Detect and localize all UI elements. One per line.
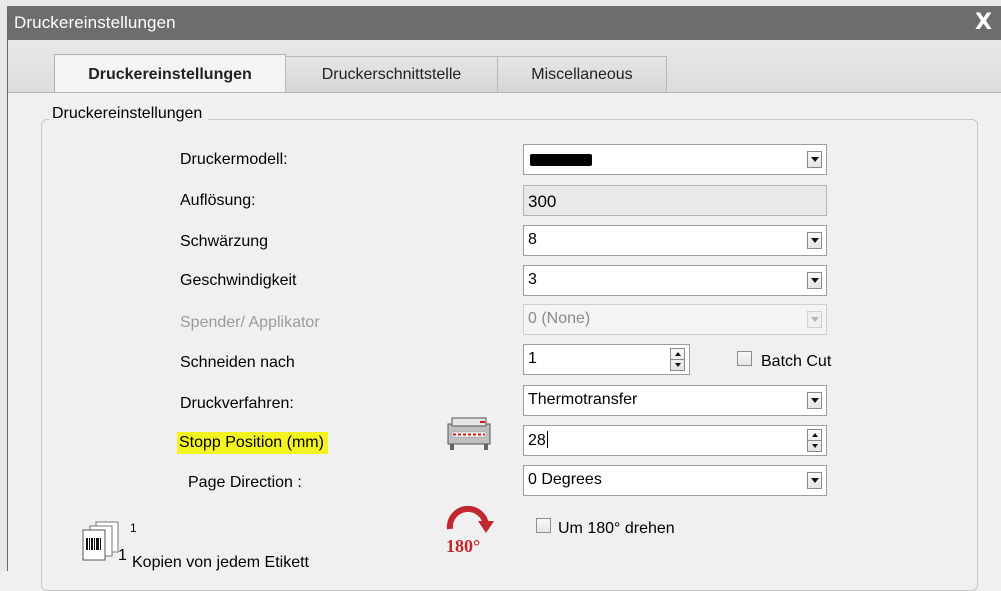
cut-after-value: 1 <box>528 350 537 367</box>
tab-strip: Druckereinstellungen Druckerschnittstell… <box>8 40 1001 93</box>
resolution-field: 300 <box>523 185 827 216</box>
chevron-down-icon[interactable] <box>807 151 822 168</box>
tab-panel: Druckereinstellungen Druckermodell: Aufl… <box>8 92 1001 591</box>
darkness-select[interactable]: 8 <box>523 225 827 256</box>
rotate-180-icon-text: 180° <box>446 536 480 555</box>
darkness-value: 8 <box>528 231 537 248</box>
tab-miscellaneous[interactable]: Miscellaneous <box>497 56 667 92</box>
stop-position-label: Stopp Position (mm) <box>177 432 328 454</box>
spin-up-icon[interactable] <box>808 430 821 441</box>
dispenser-select: 0 (None) <box>523 304 827 335</box>
groupbox-title: Druckereinstellungen <box>49 105 209 123</box>
chevron-down-icon[interactable] <box>807 272 822 289</box>
printer-settings-dialog: Druckereinstellungen X Druckereinstellun… <box>7 6 1001 591</box>
rotate-180-label: Um 180° drehen <box>558 520 675 537</box>
speed-select[interactable]: 3 <box>523 265 827 296</box>
page-direction-select[interactable]: 0 Degrees <box>523 465 827 496</box>
cut-after-label: Schneiden nach <box>180 354 295 371</box>
batch-cut-label: Batch Cut <box>761 353 832 370</box>
title-bar: Druckereinstellungen X <box>8 6 1001 40</box>
rotate-180-icon: 180° <box>440 503 502 556</box>
dispenser-value: 0 (None) <box>528 310 591 327</box>
page-direction-label: Page Direction : <box>188 474 302 491</box>
spin-up-icon[interactable] <box>671 349 684 360</box>
cut-after-spinner[interactable] <box>670 348 685 371</box>
darkness-label: Schwärzung <box>180 233 269 250</box>
close-icon[interactable]: X <box>975 10 992 35</box>
copies-badge: 1 <box>130 521 137 535</box>
tab-druckerschnittstelle[interactable]: Druckerschnittstelle <box>285 56 498 92</box>
print-method-select[interactable]: Thermotransfer <box>523 385 827 416</box>
chevron-down-icon[interactable] <box>807 472 822 489</box>
spin-down-icon[interactable] <box>808 441 821 451</box>
stop-position-value: 28 <box>528 431 548 449</box>
printer-stop-icon <box>442 410 498 454</box>
resolution-label: Auflösung: <box>180 192 256 209</box>
copies-label: Kopien von jedem Etikett <box>132 554 309 571</box>
batch-cut-checkbox[interactable] <box>737 351 752 366</box>
page-direction-value: 0 Degrees <box>528 471 602 488</box>
cut-after-stepper[interactable]: 1 <box>523 344 690 375</box>
stop-position-stepper[interactable]: 28 <box>523 425 827 456</box>
chevron-down-icon[interactable] <box>807 392 822 409</box>
speed-label: Geschwindigkeit <box>180 272 297 289</box>
print-method-label: Druckverfahren: <box>180 395 294 412</box>
printer-model-select[interactable] <box>523 144 827 175</box>
copies-count[interactable]: 1 <box>118 547 127 565</box>
tab-druckereinstellungen[interactable]: Druckereinstellungen <box>54 54 286 93</box>
chevron-down-icon <box>807 311 822 328</box>
resolution-value: 300 <box>528 192 557 211</box>
chevron-down-icon[interactable] <box>807 232 822 249</box>
speed-value: 3 <box>528 271 537 288</box>
printer-model-label: Druckermodell: <box>180 151 288 168</box>
window-title: Druckereinstellungen <box>14 13 176 32</box>
rotate-180-checkbox[interactable] <box>536 518 551 533</box>
stop-position-spinner[interactable] <box>807 429 822 452</box>
redacted-model-value <box>530 154 592 166</box>
dispenser-label: Spender/ Applikator <box>180 314 320 331</box>
spin-down-icon[interactable] <box>671 360 684 370</box>
print-method-value: Thermotransfer <box>528 391 638 408</box>
